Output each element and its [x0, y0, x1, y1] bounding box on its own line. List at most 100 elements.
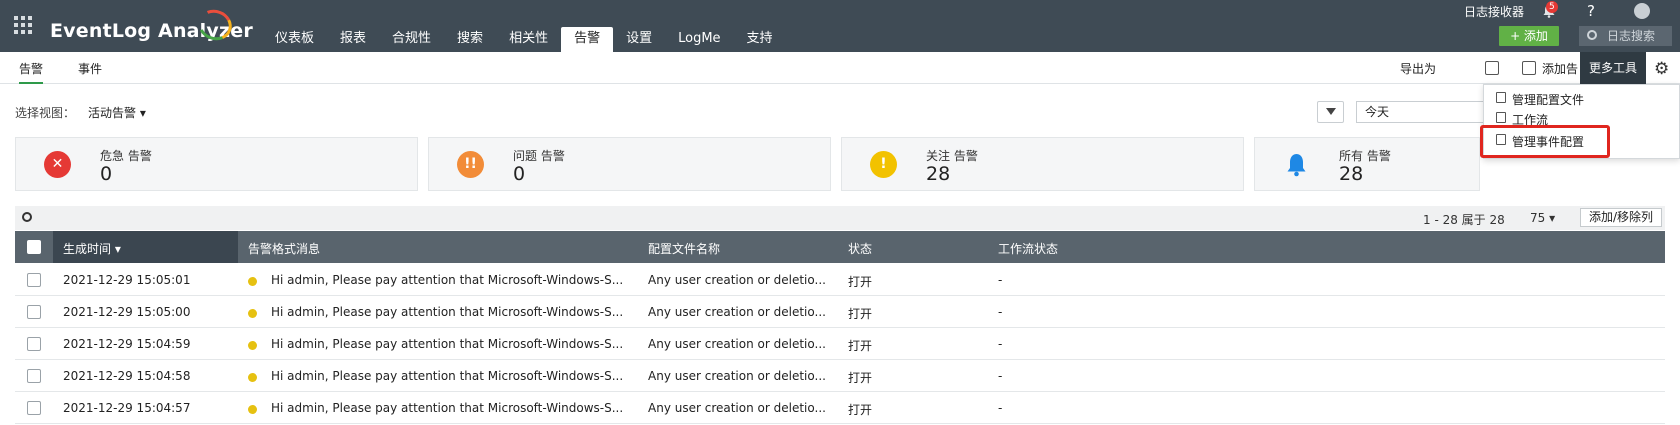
view-select-value: 活动告警	[88, 106, 137, 120]
cell-status: 打开	[848, 275, 873, 289]
notification-count-badge: 5	[1546, 1, 1558, 13]
cell-profile: Any user creation or deletio...	[648, 305, 826, 319]
row-checkbox[interactable]	[27, 369, 41, 383]
table-row[interactable]: 2021-12-29 15:05:00 Hi admin, Please pay…	[15, 296, 1665, 328]
cell-message[interactable]: Hi admin, Please pay attention that Micr…	[271, 305, 636, 319]
row-checkbox[interactable]	[27, 305, 41, 319]
severity-dot-icon	[248, 373, 257, 382]
row-checkbox[interactable]	[27, 273, 41, 287]
cell-status: 打开	[848, 307, 873, 321]
card-all-alerts[interactable]: 所有 告警 28	[1254, 137, 1480, 191]
column-header-workflow[interactable]: 工作流状态	[998, 240, 1058, 257]
menu-item-manage-profiles[interactable]: 管理配置文件	[1512, 91, 1584, 108]
table-toolbar: 1 - 28 属于 28 75 ▾ 添加/移除列	[15, 206, 1665, 230]
attention-exclamation-icon: !	[870, 151, 897, 178]
card-critical-alerts[interactable]: ✕ 危急 告警 0	[15, 137, 418, 191]
cell-profile: Any user creation or deletio...	[648, 337, 826, 351]
table-row[interactable]: 2021-12-29 15:04:58 Hi admin, Please pay…	[15, 360, 1665, 392]
nav-tab-logme[interactable]: LogMe	[665, 27, 733, 52]
card-count: 0	[100, 163, 113, 185]
view-select-dropdown[interactable]: 活动告警 ▾	[88, 104, 146, 121]
nav-tab-search[interactable]: 搜索	[444, 27, 496, 52]
nav-tab-compliance[interactable]: 合规性	[379, 27, 444, 52]
add-alert-button[interactable]: 添加告	[1542, 60, 1578, 77]
card-count: 0	[513, 163, 526, 185]
cell-message[interactable]: Hi admin, Please pay attention that Micr…	[271, 273, 636, 287]
nav-tab-correlation[interactable]: 相关性	[496, 27, 561, 52]
nav-tab-dashboard[interactable]: 仪表板	[262, 27, 327, 52]
highlight-box	[1480, 125, 1610, 158]
apps-grid-icon[interactable]	[14, 16, 32, 34]
export-as-dropdown[interactable]: 导出为	[1400, 60, 1436, 77]
nav-tab-settings[interactable]: 设置	[613, 27, 665, 52]
table-row[interactable]: 2021-12-29 15:04:57 Hi admin, Please pay…	[15, 392, 1665, 424]
column-header-time[interactable]: 生成时间 ▾	[63, 240, 121, 257]
page-size-dropdown[interactable]: 75 ▾	[1530, 211, 1555, 225]
subtab-events[interactable]: 事件	[78, 60, 102, 77]
cell-time: 2021-12-29 15:05:01	[63, 273, 191, 287]
column-header-status[interactable]: 状态	[848, 240, 872, 257]
add-alert-icon[interactable]	[1522, 61, 1536, 75]
log-search-placeholder: 日志搜索	[1607, 29, 1656, 43]
cell-workflow: -	[998, 273, 1003, 287]
main-nav: 仪表板 报表 合规性 搜索 相关性 告警 设置 LogMe 支持	[262, 27, 786, 52]
severity-dot-icon	[248, 405, 257, 414]
user-avatar-icon[interactable]	[1634, 3, 1650, 19]
more-tools-tooltip: 更多工具	[1580, 52, 1646, 84]
critical-x-icon: ✕	[44, 151, 71, 178]
cell-workflow: -	[998, 305, 1003, 319]
column-header-message[interactable]: 告警格式消息	[248, 240, 320, 257]
cell-message[interactable]: Hi admin, Please pay attention that Micr…	[271, 369, 636, 383]
cell-profile: Any user creation or deletio...	[648, 369, 826, 383]
table-row[interactable]: 2021-12-29 15:04:59 Hi admin, Please pay…	[15, 328, 1665, 360]
add-button[interactable]: + 添加	[1499, 26, 1559, 46]
workflow-icon	[1496, 112, 1506, 123]
add-remove-columns-button[interactable]: 添加/移除列	[1580, 208, 1663, 227]
search-icon	[1587, 30, 1597, 40]
cell-message[interactable]: Hi admin, Please pay attention that Micr…	[271, 337, 636, 351]
select-all-checkbox[interactable]	[27, 240, 41, 254]
column-header-time-label: 生成时间	[63, 242, 112, 256]
nav-tab-support[interactable]: 支持	[734, 27, 786, 52]
table-header: 生成时间 ▾ 告警格式消息 配置文件名称 状态 工作流状态	[15, 231, 1665, 263]
select-view-label: 选择视图：	[15, 106, 76, 120]
severity-dot-icon	[248, 341, 257, 350]
cell-workflow: -	[998, 401, 1003, 415]
top-bar: EventLog Analyzer 仪表板 报表 合规性 搜索 相关性 告警 设…	[0, 0, 1680, 52]
profile-view-icon[interactable]	[1485, 61, 1499, 75]
cell-time: 2021-12-29 15:04:59	[63, 337, 191, 351]
card-count: 28	[926, 163, 951, 185]
card-title: 关注 告警	[926, 149, 978, 163]
cell-status: 打开	[848, 371, 873, 385]
card-count: 28	[1339, 163, 1364, 185]
nav-tab-reports[interactable]: 报表	[327, 27, 379, 52]
card-title: 问题 告警	[513, 149, 565, 163]
table-search-icon[interactable]	[22, 212, 32, 222]
cell-status: 打开	[848, 403, 873, 417]
row-checkbox[interactable]	[27, 401, 41, 415]
cell-profile: Any user creation or deletio...	[648, 273, 826, 287]
cell-workflow: -	[998, 369, 1003, 383]
cell-profile: Any user creation or deletio...	[648, 401, 826, 415]
card-title: 危急 告警	[100, 149, 152, 163]
cell-time: 2021-12-29 15:04:58	[63, 369, 191, 383]
nav-tab-alerts[interactable]: 告警	[561, 27, 614, 52]
row-checkbox[interactable]	[27, 337, 41, 351]
filter-icon[interactable]	[1317, 101, 1344, 123]
subtab-alerts[interactable]: 告警	[19, 60, 44, 84]
table-row[interactable]: 2021-12-29 15:05:01 Hi admin, Please pay…	[15, 264, 1665, 296]
cell-time: 2021-12-29 15:04:57	[63, 401, 191, 415]
cell-message[interactable]: Hi admin, Please pay attention that Micr…	[271, 401, 636, 415]
card-attention-alerts[interactable]: ! 关注 告警 28	[841, 137, 1244, 191]
date-range-input[interactable]: 今天	[1356, 101, 1484, 123]
severity-dot-icon	[248, 277, 257, 286]
severity-dot-icon	[248, 309, 257, 318]
column-header-profile[interactable]: 配置文件名称	[648, 240, 720, 257]
help-icon[interactable]: ?	[1587, 2, 1595, 20]
log-search-input[interactable]: 日志搜索	[1579, 26, 1672, 46]
pagination-info: 1 - 28 属于 28	[1423, 213, 1505, 227]
log-receiver-link[interactable]: 日志接收器	[1464, 3, 1524, 20]
card-trouble-alerts[interactable]: !! 问题 告警 0	[428, 137, 831, 191]
gear-icon[interactable]: ⚙	[1654, 59, 1669, 79]
card-title: 所有 告警	[1339, 149, 1391, 163]
